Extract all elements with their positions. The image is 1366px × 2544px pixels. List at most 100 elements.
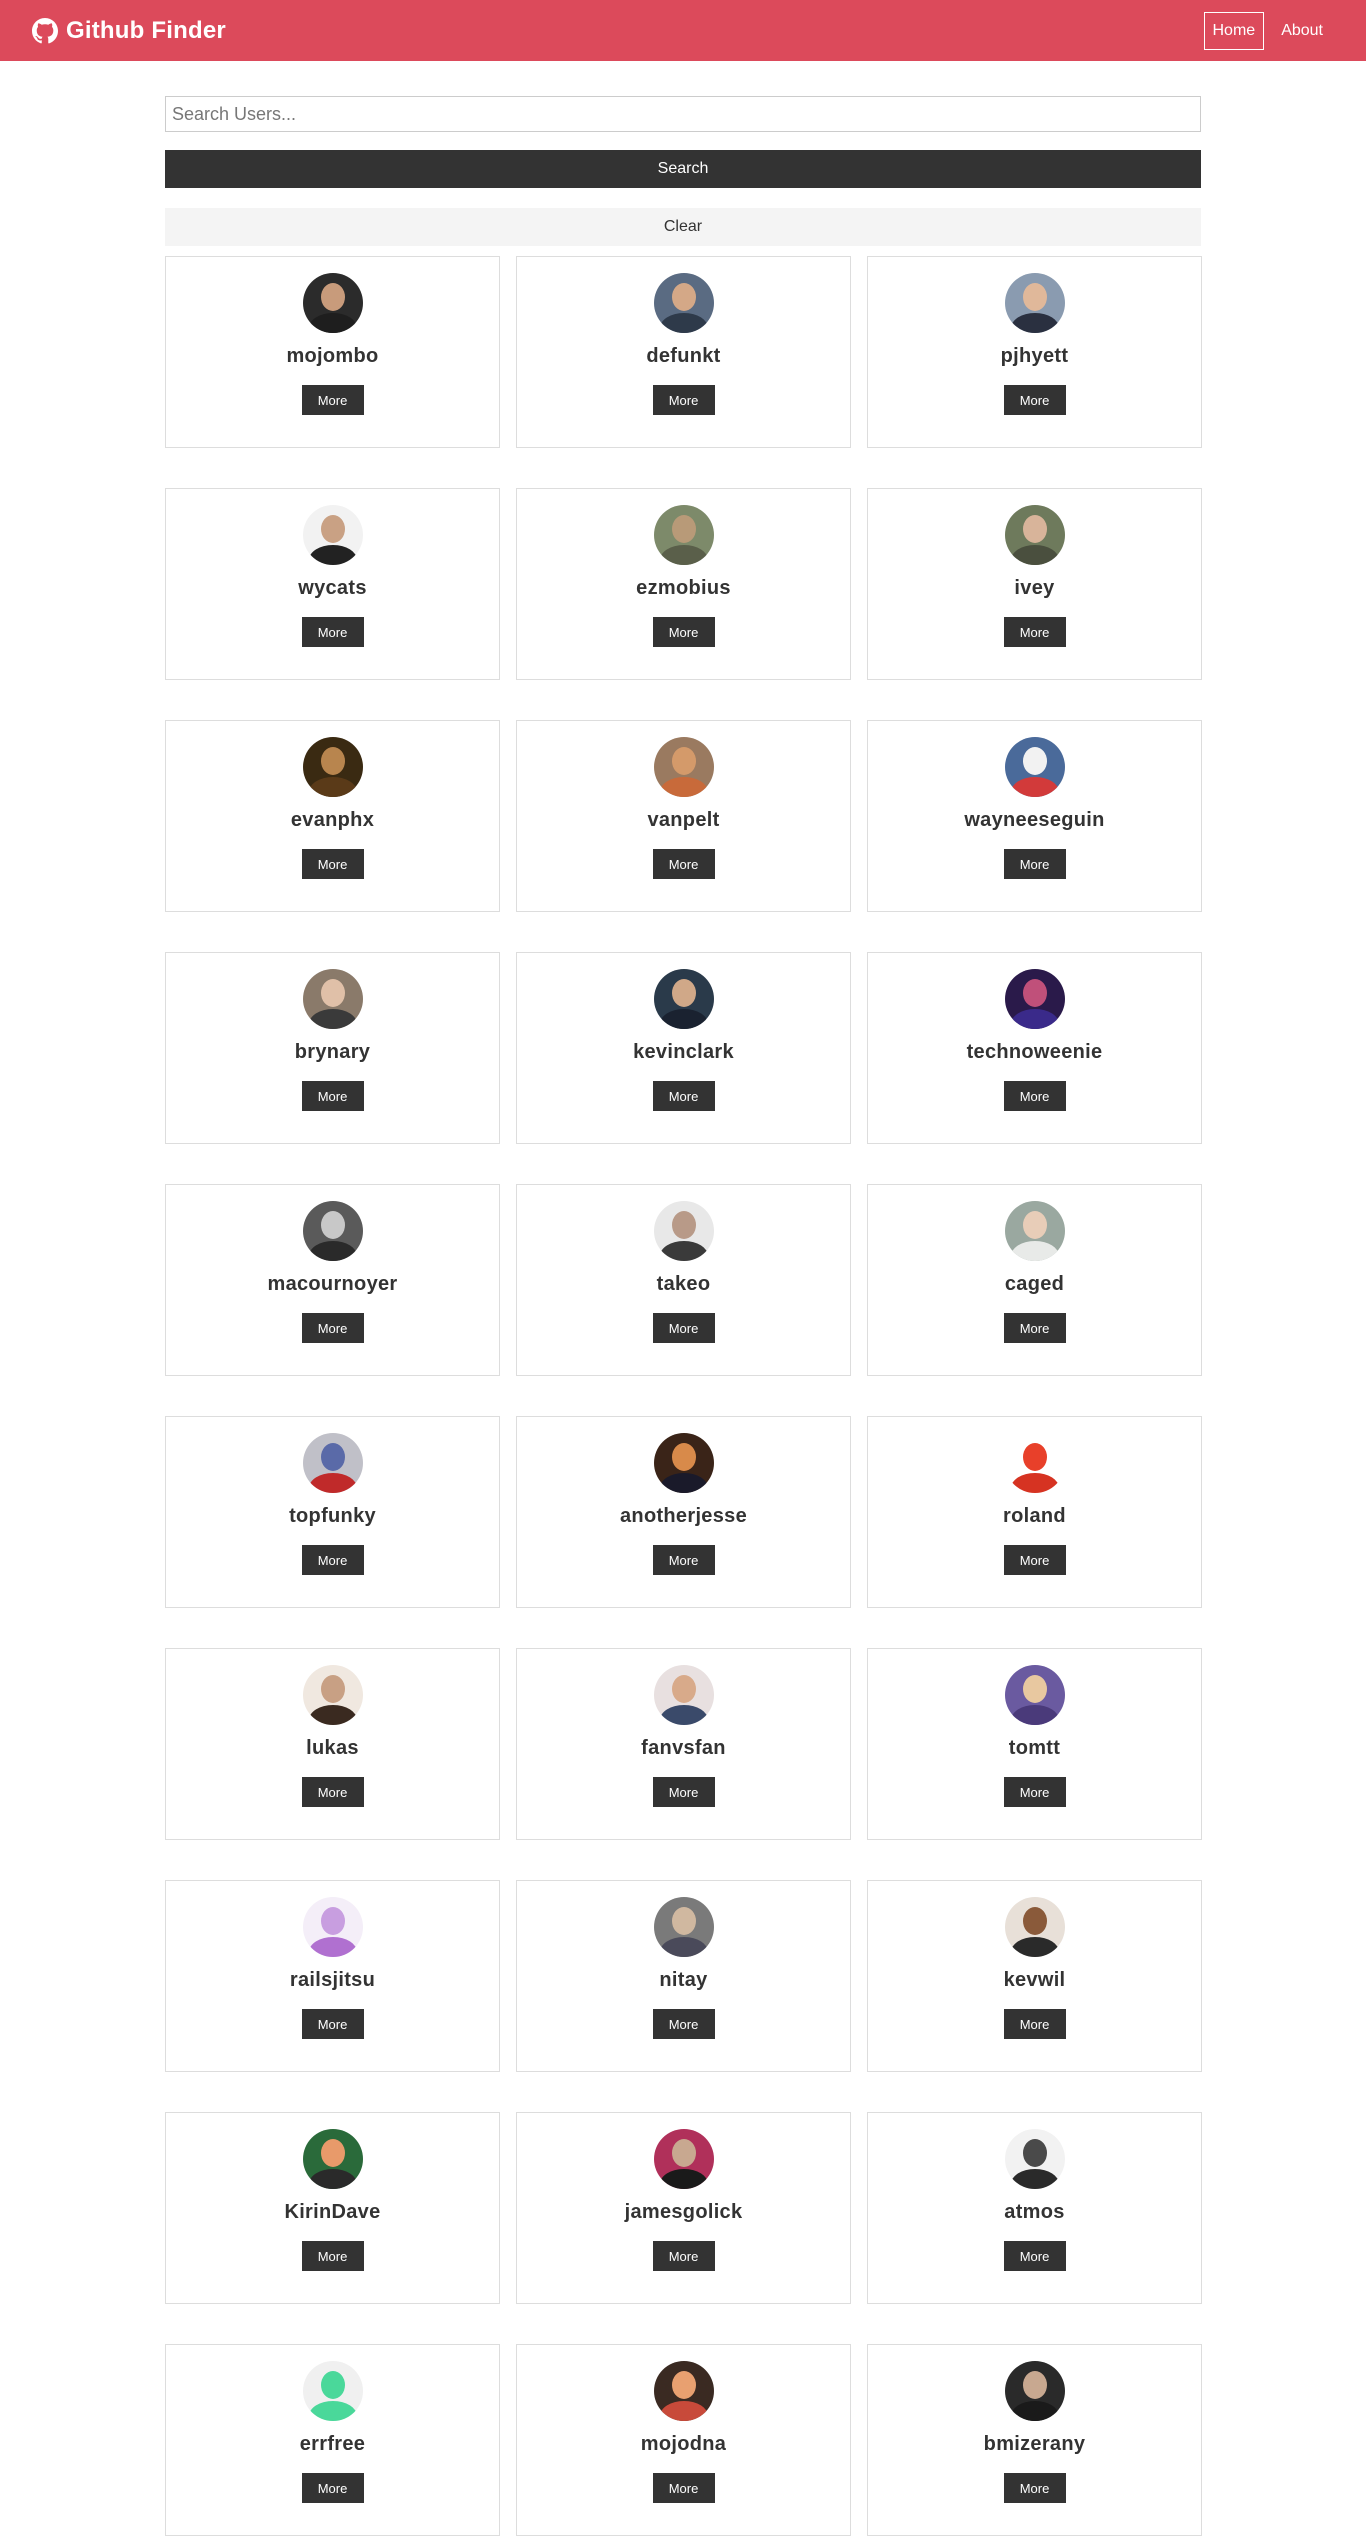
avatar — [1004, 969, 1065, 1029]
user-login: mojodna — [640, 2433, 727, 2455]
more-button[interactable]: More — [1003, 1081, 1066, 1111]
avatar-shoulders — [659, 1937, 708, 1957]
avatar — [302, 1433, 363, 1493]
search-button[interactable]: Search — [165, 150, 1201, 188]
more-button[interactable]: More — [652, 849, 715, 879]
avatar-shoulders — [1010, 2401, 1059, 2421]
avatar — [1004, 1665, 1065, 1725]
avatar — [653, 505, 714, 565]
user-login: ivey — [1014, 577, 1055, 599]
main-content: Search Clear mojomboMoredefunktMorepjhye… — [165, 96, 1202, 2536]
avatar — [653, 969, 714, 1029]
avatar-shoulders — [659, 1473, 708, 1493]
more-button[interactable]: More — [1003, 617, 1066, 647]
more-button[interactable]: More — [652, 2009, 715, 2039]
avatar — [653, 2361, 714, 2421]
search-input[interactable] — [165, 96, 1201, 132]
avatar-face — [671, 2371, 696, 2399]
avatar-shoulders — [1010, 1937, 1059, 1957]
user-card: vanpelt More — [516, 720, 851, 912]
navbar: Github Finder Home About — [0, 0, 1366, 61]
more-button[interactable]: More — [301, 1777, 364, 1807]
more-button[interactable]: More — [301, 385, 364, 415]
avatar — [302, 969, 363, 1029]
more-button[interactable]: More — [652, 1081, 715, 1111]
user-login: takeo — [656, 1273, 711, 1295]
user-card: anotherjesse More — [516, 1416, 851, 1608]
user-card: roland More — [867, 1416, 1202, 1608]
avatar-shoulders — [308, 1473, 357, 1493]
more-button[interactable]: More — [301, 2241, 364, 2271]
user-login: wycats — [298, 577, 367, 599]
more-button[interactable]: More — [1003, 2241, 1066, 2271]
avatar-shoulders — [308, 2169, 357, 2189]
user-login: defunkt — [646, 345, 721, 367]
more-button[interactable]: More — [301, 1081, 364, 1111]
avatar — [653, 273, 714, 333]
avatar-face — [320, 283, 345, 311]
avatar-face — [320, 1211, 345, 1239]
user-login: railsjitsu — [289, 1969, 376, 1991]
avatar — [302, 273, 363, 333]
more-button[interactable]: More — [652, 2241, 715, 2271]
avatar-face — [320, 2139, 345, 2167]
more-button[interactable]: More — [652, 1777, 715, 1807]
more-button[interactable]: More — [1003, 849, 1066, 879]
avatar-face — [671, 1443, 696, 1471]
avatar-face — [320, 979, 345, 1007]
user-login: kevinclark — [633, 1041, 734, 1063]
more-button[interactable]: More — [301, 1313, 364, 1343]
user-login: lukas — [306, 1737, 359, 1759]
users-grid: mojombo More defunkt More pjhyett More wycats M… — [165, 256, 1202, 2536]
user-login: vanpelt — [647, 809, 720, 831]
nav-link-home[interactable]: Home — [1203, 11, 1265, 50]
more-button[interactable]: More — [652, 617, 715, 647]
avatar-face — [320, 747, 345, 775]
avatar-face — [671, 1675, 696, 1703]
avatar-shoulders — [1010, 1009, 1059, 1029]
more-button[interactable]: More — [652, 385, 715, 415]
more-button[interactable]: More — [652, 2473, 715, 2503]
more-button[interactable]: More — [652, 1313, 715, 1343]
more-button[interactable]: More — [1003, 1313, 1066, 1343]
user-login: topfunky — [289, 1505, 376, 1527]
avatar-shoulders — [1010, 545, 1059, 565]
avatar-shoulders — [308, 1009, 357, 1029]
avatar-shoulders — [659, 777, 708, 797]
more-button[interactable]: More — [301, 617, 364, 647]
more-button[interactable]: More — [301, 2473, 364, 2503]
avatar — [653, 737, 714, 797]
user-card: macournoyer More — [165, 1184, 500, 1376]
avatar — [653, 1665, 714, 1725]
avatar-shoulders — [659, 313, 708, 333]
user-login: atmos — [1004, 2201, 1065, 2223]
avatar — [302, 2361, 363, 2421]
more-button[interactable]: More — [1003, 1545, 1066, 1575]
more-button[interactable]: More — [1003, 2009, 1066, 2039]
user-login: jamesgolick — [624, 2201, 743, 2223]
user-card: wycats More — [165, 488, 500, 680]
avatar — [1004, 2129, 1065, 2189]
avatar — [1004, 1433, 1065, 1493]
more-button[interactable]: More — [301, 1545, 364, 1575]
more-button[interactable]: More — [652, 1545, 715, 1575]
brand[interactable]: Github Finder — [32, 17, 226, 45]
user-login: anotherjesse — [620, 1505, 747, 1527]
more-button[interactable]: More — [1003, 2473, 1066, 2503]
avatar — [302, 2129, 363, 2189]
clear-button[interactable]: Clear — [165, 208, 1201, 246]
more-button[interactable]: More — [301, 2009, 364, 2039]
user-card: brynary More — [165, 952, 500, 1144]
user-card: wayneeseguin More — [867, 720, 1202, 912]
avatar-shoulders — [1010, 1473, 1059, 1493]
more-button[interactable]: More — [1003, 1777, 1066, 1807]
avatar-face — [1022, 1211, 1047, 1239]
user-card: caged More — [867, 1184, 1202, 1376]
avatar-shoulders — [1010, 1241, 1059, 1261]
user-login: kevwil — [1003, 1969, 1066, 1991]
nav-link-about[interactable]: About — [1272, 12, 1332, 50]
more-button[interactable]: More — [1003, 385, 1066, 415]
more-button[interactable]: More — [301, 849, 364, 879]
user-card: errfree More — [165, 2344, 500, 2536]
avatar-shoulders — [1010, 1705, 1059, 1725]
